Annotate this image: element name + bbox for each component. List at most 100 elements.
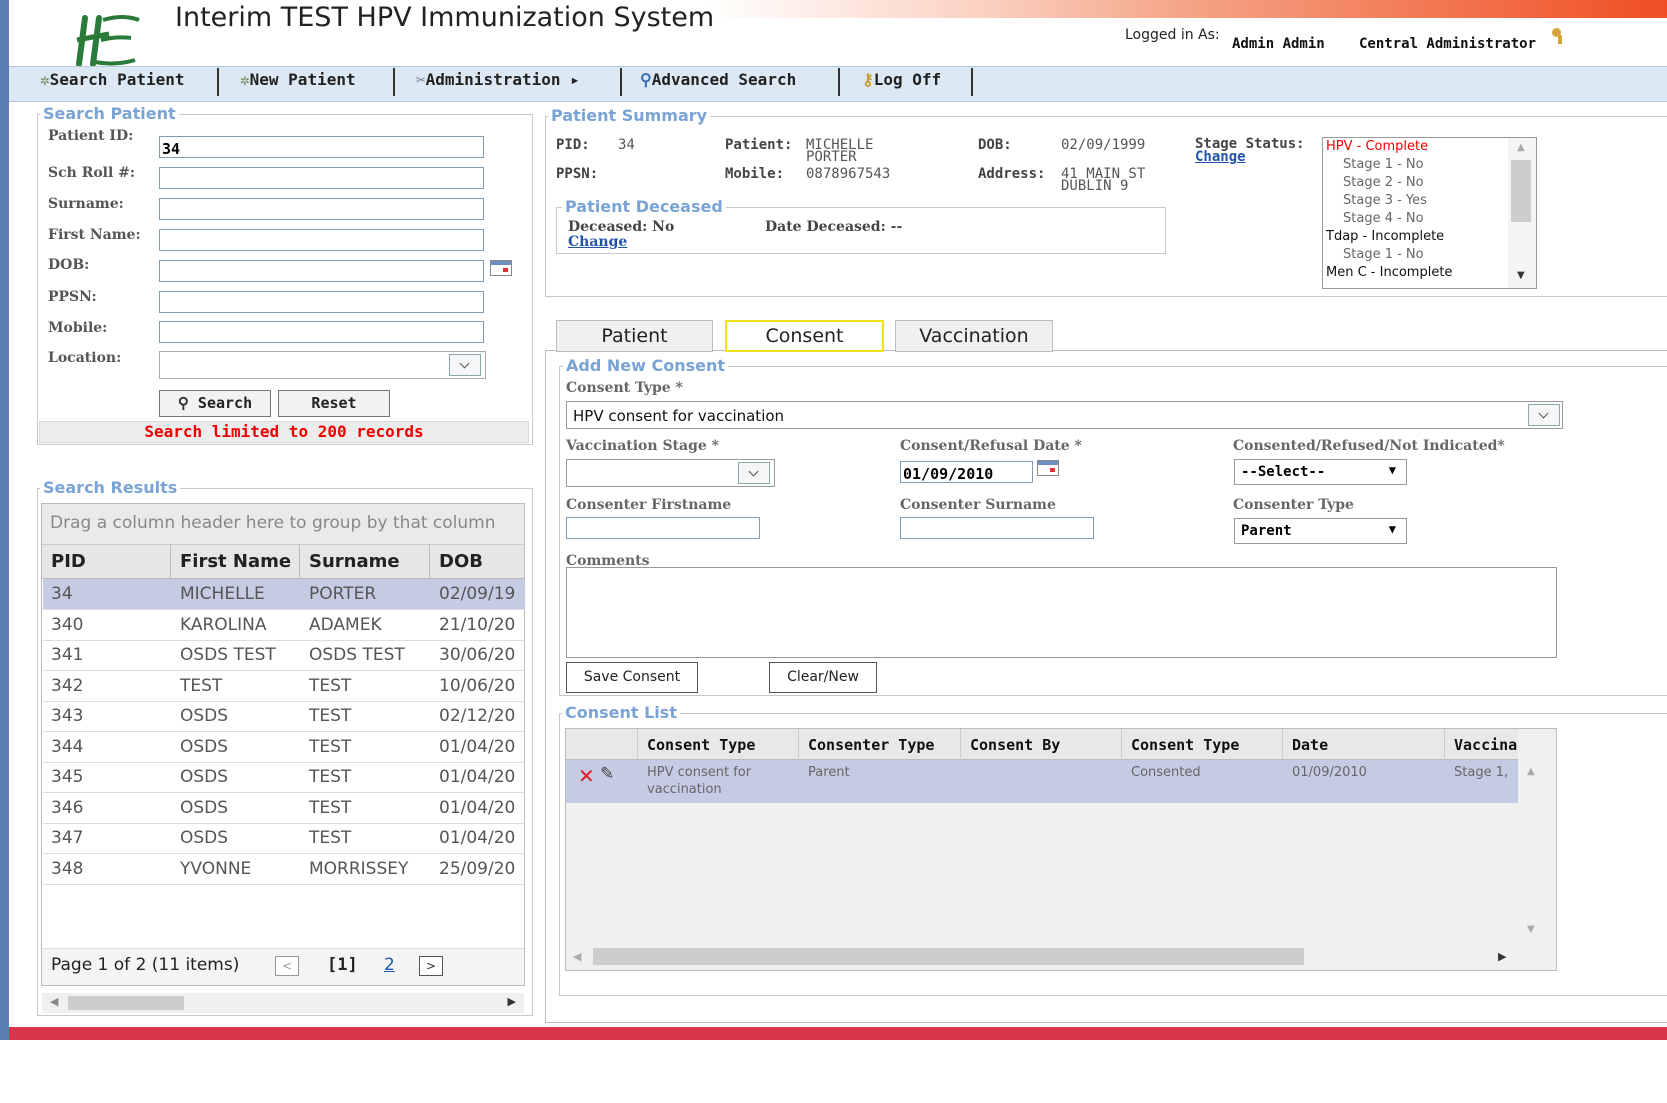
col-divider (299, 545, 300, 578)
consent-col-consent-type[interactable]: Consent Type (647, 736, 755, 754)
cell-dob: 02/12/20 (439, 706, 516, 726)
deceased-change-link[interactable]: Change (568, 234, 627, 250)
consent-col-consenter-type[interactable]: Consenter Type (808, 736, 934, 754)
cell-first-name: OSDS (180, 736, 229, 757)
tab-consent[interactable]: Consent (725, 320, 884, 352)
consenter-surname-label: Consenter Surname (900, 497, 1056, 513)
calendar-icon[interactable] (490, 260, 512, 276)
cell-dob: 02/09/19 (439, 584, 516, 604)
tab-vaccination[interactable]: Vaccination (895, 320, 1053, 352)
dob-input[interactable] (159, 260, 484, 282)
consent-col-consent-by[interactable]: Consent By (970, 736, 1060, 754)
calendar-icon[interactable] (1037, 460, 1059, 476)
consent-col-status[interactable]: Consent Type (1131, 736, 1239, 754)
cell-pid: 344 (51, 736, 84, 757)
cell-pid: 341 (51, 645, 84, 665)
cell-surname: MORRISSEY (309, 858, 409, 879)
table-row[interactable]: 343 OSDS TEST 02/12/20 (43, 701, 525, 732)
search-results-legend: Search Results (40, 478, 181, 497)
pager-page-2-link[interactable]: 2 (384, 955, 395, 975)
stage-item: Stage 1 - No (1343, 247, 1424, 262)
vaccination-stage-select[interactable] (566, 459, 775, 487)
delete-icon[interactable]: ✕ (578, 766, 595, 786)
consenter-firstname-input[interactable] (566, 517, 760, 539)
consenter-surname-input[interactable] (900, 517, 1094, 539)
stage-list-scrollbar[interactable]: ▲ ▼ (1508, 138, 1536, 288)
stage-item: Men C - Incomplete (1326, 265, 1453, 280)
dropdown-arrow-icon: ▼ (1388, 463, 1396, 477)
stage-item: Stage 2 - No (1343, 175, 1424, 190)
location-select[interactable] (159, 351, 486, 379)
tab-patient[interactable]: Patient (556, 320, 713, 352)
mobile-input[interactable] (159, 321, 484, 343)
consent-col-date[interactable]: Date (1292, 736, 1328, 754)
pager-prev-button[interactable]: < (275, 956, 299, 976)
reset-button[interactable]: Reset (278, 390, 390, 417)
nav-administration[interactable]: ✂Administration ▸ (416, 70, 580, 89)
cell-dob: 21/10/20 (439, 614, 516, 635)
cell-pid: 346 (51, 797, 84, 818)
consent-grid-hscrollbar[interactable]: ◀ ▶ (566, 944, 1518, 970)
scroll-right-icon: ▶ (1498, 950, 1507, 963)
save-consent-button[interactable]: Save Consent (566, 662, 698, 693)
mobile-label: Mobile: (48, 320, 108, 336)
summary-ppsn-label: PPSN: (556, 166, 599, 182)
column-dob[interactable]: DOB (439, 551, 483, 572)
search-button[interactable]: ⚲ Search (159, 390, 271, 417)
column-first-name[interactable]: First Name (180, 551, 291, 572)
table-row[interactable]: 344 OSDS TEST 01/04/20 (43, 732, 525, 763)
sch-roll-input[interactable] (159, 167, 484, 189)
deceased-status: Deceased: No (568, 219, 675, 235)
consent-col-vaccination[interactable]: Vaccinat (1454, 736, 1518, 754)
nav-advanced-search[interactable]: ⚲Advanced Search (640, 70, 796, 89)
table-row[interactable]: 340 KAROLINA ADAMEK 21/10/20 (43, 610, 525, 641)
chevron-down-icon (738, 462, 770, 484)
consent-type-select[interactable]: HPV consent for vaccination (566, 401, 1563, 429)
table-row[interactable]: 34 MICHELLE PORTER 02/09/19 (43, 579, 525, 610)
ppsn-input[interactable] (159, 291, 484, 313)
vaccination-stage-label: Vaccination Stage * (566, 438, 719, 454)
nav-new-patient[interactable]: ✲New Patient (240, 70, 356, 89)
pager-next-button[interactable]: > (419, 956, 443, 976)
stage-item: Tdap - Incomplete (1326, 229, 1445, 244)
address-label: Address: (978, 166, 1046, 182)
cell-surname: TEST (309, 706, 352, 726)
consent-date-input[interactable]: 01/09/2010 (900, 461, 1033, 483)
column-pid[interactable]: PID (51, 551, 86, 572)
consenter-type-select[interactable]: Parent ▼ (1234, 518, 1407, 544)
scroll-thumb[interactable] (1511, 160, 1531, 222)
column-surname[interactable]: Surname (309, 551, 400, 572)
logged-in-label: Logged in As: (1125, 27, 1220, 43)
edit-icon[interactable]: ✎ (600, 764, 614, 784)
consent-grid-vscrollbar[interactable]: ▲ ▼ (1518, 760, 1556, 943)
cell-dob: 01/04/20 (439, 828, 516, 848)
table-row[interactable]: 342 TEST TEST 10/06/20 (43, 671, 525, 702)
consent-row-date: 01/09/2010 (1292, 765, 1367, 780)
cell-first-name: KAROLINA (180, 614, 267, 635)
table-row[interactable]: 346 OSDS TEST 01/04/20 (43, 793, 525, 824)
table-row[interactable]: 348 YVONNE MORRISSEY 25/09/20 (43, 854, 525, 885)
scroll-thumb[interactable] (593, 948, 1304, 965)
results-hscrollbar[interactable]: ◀ ▶ (42, 993, 524, 1013)
scroll-thumb[interactable] (68, 996, 184, 1010)
table-row[interactable]: 347 OSDS TEST 01/04/20 (43, 823, 525, 854)
patient-id-input[interactable]: 34 (159, 136, 484, 158)
cell-dob: 01/04/20 (439, 797, 516, 818)
user-role: Central Administrator (1359, 36, 1537, 52)
cell-pid: 345 (51, 767, 84, 787)
table-row[interactable]: 345 OSDS TEST 01/04/20 (43, 762, 525, 793)
consent-status-select[interactable]: --Select-- ▼ (1234, 459, 1407, 485)
cell-dob: 10/06/20 (439, 675, 516, 696)
scroll-up-icon: ▲ (1517, 142, 1525, 153)
comments-textarea[interactable] (566, 567, 1557, 658)
first-name-input[interactable] (159, 229, 484, 251)
patient-label: Patient: (725, 137, 793, 153)
nav-search-patient[interactable]: ✲Search Patient (40, 70, 185, 89)
surname-label: Surname: (48, 196, 124, 212)
consent-row-type-line2: vaccination (647, 782, 722, 797)
nav-log-off[interactable]: ⚷Log Off (862, 70, 941, 89)
surname-input[interactable] (159, 198, 484, 220)
stage-status-change-link[interactable]: Change (1195, 149, 1246, 165)
clear-new-button[interactable]: Clear/New (769, 662, 877, 693)
table-row[interactable]: 341 OSDS TEST OSDS TEST 30/06/20 (43, 640, 525, 671)
